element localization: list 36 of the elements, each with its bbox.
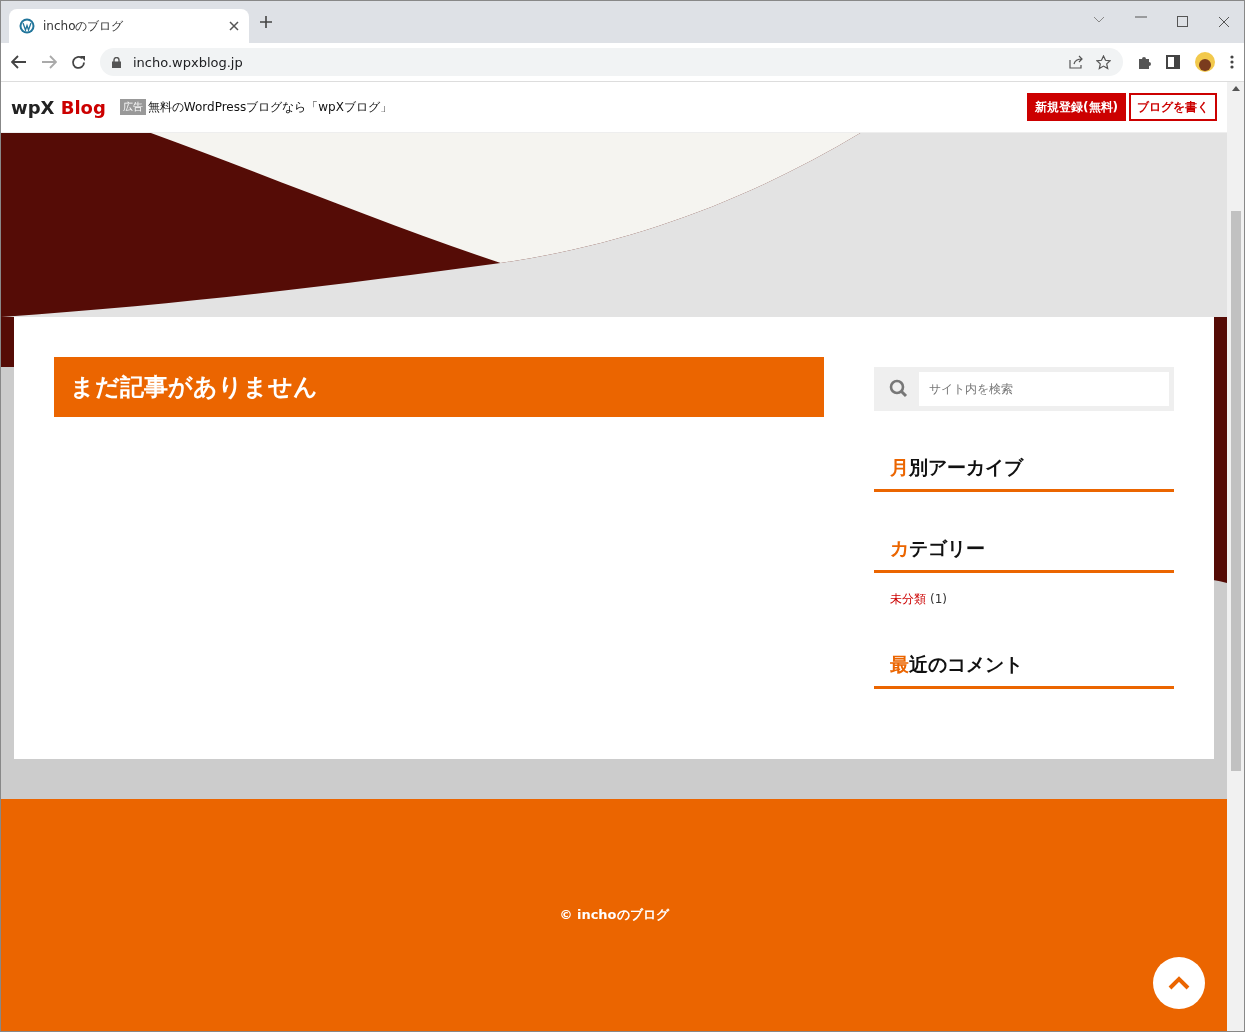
close-icon[interactable] <box>1218 16 1230 28</box>
signup-button[interactable]: 新規登録(無料) <box>1027 93 1126 121</box>
new-tab-icon[interactable] <box>259 15 273 29</box>
address-bar[interactable]: incho.wpxblog.jp <box>100 48 1123 76</box>
ad-text[interactable]: 無料のWordPressブログなら「wpXブログ」 <box>147 98 392 116</box>
back-icon[interactable] <box>11 55 27 69</box>
close-icon[interactable] <box>229 21 239 31</box>
side-panel-icon[interactable] <box>1166 55 1180 69</box>
wpx-blog-logo[interactable]: wpX Blog <box>11 96 106 118</box>
tab-title: inchoのブログ <box>43 17 125 35</box>
widget-title: カテゴリー <box>874 536 1174 573</box>
url-text: incho.wpxblog.jp <box>133 54 244 70</box>
write-blog-button[interactable]: ブログを書く <box>1129 93 1217 121</box>
browser-tab[interactable]: inchoのブログ <box>9 9 249 43</box>
widget-title: 最近のコメント <box>874 652 1174 689</box>
copyright-text: © inchoのブログ <box>559 906 669 924</box>
wordpress-icon <box>19 18 35 34</box>
reload-icon[interactable] <box>71 54 86 70</box>
widget-title: 月 別アーカイブ <box>874 455 1174 492</box>
avatar-icon[interactable] <box>1194 51 1216 73</box>
maximize-icon[interactable] <box>1177 16 1188 27</box>
scroll-up-icon[interactable] <box>1231 86 1240 91</box>
scrollbar[interactable] <box>1227 82 1244 1031</box>
chevron-up-icon <box>1168 976 1190 990</box>
scroll-top-button[interactable] <box>1153 957 1205 1009</box>
no-posts-heading: まだ記事がありません <box>54 357 824 417</box>
menu-icon[interactable] <box>1230 55 1234 69</box>
category-link[interactable]: 未分類 <box>890 591 926 608</box>
post-count: (1) <box>930 592 947 606</box>
share-icon[interactable] <box>1069 55 1084 69</box>
lock-icon <box>112 56 121 68</box>
ad-label: 広告 <box>119 99 146 115</box>
chevron-down-icon[interactable] <box>1093 16 1105 24</box>
puzzle-icon[interactable] <box>1137 54 1152 70</box>
search-field[interactable]: サイト内を検索 <box>919 372 1169 406</box>
star-icon[interactable] <box>1096 54 1111 70</box>
